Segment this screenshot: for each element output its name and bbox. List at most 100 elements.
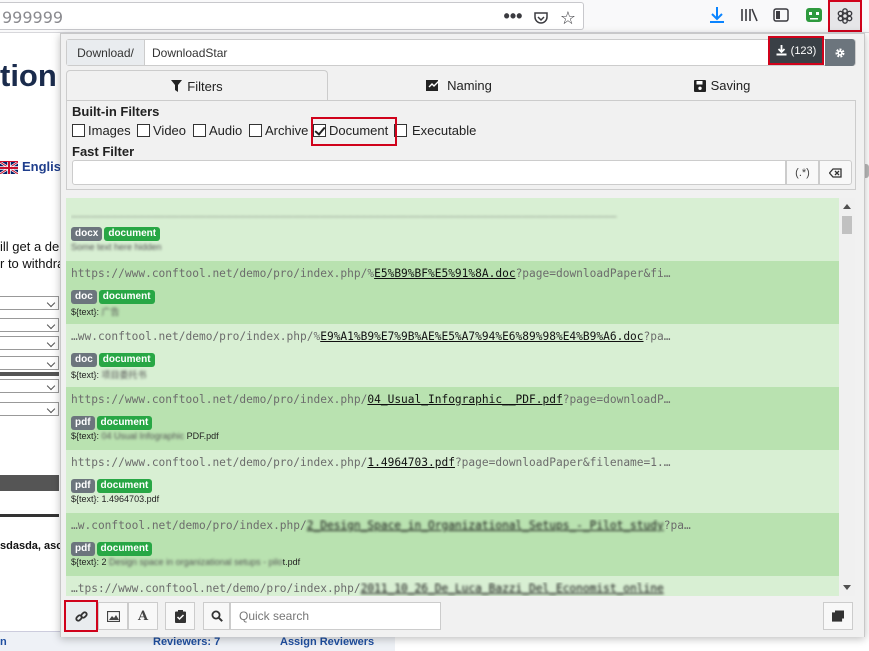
download-icon: [776, 45, 787, 56]
scroll-thumb[interactable]: [842, 216, 852, 234]
eraser-icon[interactable]: [819, 160, 852, 185]
download-list: ________________________________________…: [66, 198, 855, 596]
category-badge: document: [98, 353, 155, 367]
download-button[interactable]: (123): [768, 36, 824, 65]
tab-naming[interactable]: Naming: [328, 70, 590, 101]
list-item[interactable]: https://www.conftool.net/demo/pro/index.…: [66, 261, 839, 324]
file-type-badge: pdf: [71, 479, 95, 493]
address-bar[interactable]: 999999 ••• ☆: [0, 2, 584, 30]
video-checkbox[interactable]: [137, 124, 150, 137]
language-link[interactable]: Englis: [22, 159, 61, 174]
item-text-blurred: 04 Usual Infographic: [101, 431, 187, 441]
item-file-name[interactable]: 04_Usual_Infographic__PDF.pdf: [367, 393, 562, 406]
images-checkbox[interactable]: [72, 124, 85, 137]
item-url-prefix: …ww.conftool.net/demo/pro/index.php/%: [71, 330, 321, 343]
pocket-icon[interactable]: [530, 7, 552, 29]
library-icon[interactable]: [738, 4, 760, 26]
item-text-prefix: ${text}: 2: [71, 557, 110, 567]
item-text: ${text}: 04 Usual Infographic PDF.pdf: [71, 431, 834, 441]
item-url-suffix: ?page=downloadPaper&filename=1.…: [454, 456, 671, 469]
link-icon[interactable]: [64, 600, 98, 632]
link-fragment[interactable]: n: [0, 636, 7, 648]
list-item[interactable]: https://www.conftool.net/demo/pro/index.…: [66, 450, 839, 513]
clipboard-check-icon[interactable]: [165, 602, 195, 630]
download-path-bar: Download/ DownloadStar: [66, 39, 856, 66]
document-filter-highlight: [311, 117, 397, 146]
audio-checkbox[interactable]: [193, 124, 206, 137]
item-file-name[interactable]: E5%B9%BF%E5%91%8A.doc: [374, 267, 515, 280]
gear-icon: [835, 48, 845, 57]
filter-images[interactable]: Images: [72, 123, 131, 138]
downloadstar-popup: Download/ DownloadStar (123) Filters Nam…: [60, 33, 865, 637]
select-3[interactable]: [0, 336, 59, 350]
tab-naming-label: Naming: [447, 78, 492, 93]
filter-video-label: Video: [153, 123, 187, 138]
extension-gear-icon[interactable]: [828, 0, 862, 32]
list-item[interactable]: …w.conftool.net/demo/pro/index.php/2_Des…: [66, 513, 839, 576]
addon-green-icon[interactable]: [803, 4, 825, 26]
image-icon[interactable]: [98, 602, 128, 630]
item-text-prefix: ${text}:: [71, 307, 102, 317]
item-url-prefix: …w.conftool.net/demo/pro/index.php/: [71, 519, 307, 532]
item-file-name[interactable]: E9%A1%B9%E7%9B%AE%E5%A7%94%E6%89%98%E4%B…: [320, 330, 643, 343]
item-url: https://www.conftool.net/demo/pro/index.…: [71, 456, 834, 472]
item-text-prefix: ${text}:: [71, 494, 102, 504]
item-text: Some text here hidden: [71, 242, 834, 252]
bookmark-star-icon[interactable]: ☆: [557, 7, 579, 29]
item-file-name[interactable]: 1.4964703.pdf: [367, 456, 455, 469]
item-text: ${text}: 项目委托书: [71, 368, 834, 381]
scroll-down-arrow-icon[interactable]: [843, 585, 851, 590]
item-url: …tps://www.conftool.net/demo/pro/index.p…: [71, 582, 834, 596]
item-text: ${text}: 2 Design space in organizationa…: [71, 557, 834, 567]
item-text-blurred: 广告: [101, 307, 120, 317]
tab-bar: Filters Naming Saving: [66, 70, 856, 101]
download-arrow-icon[interactable]: [706, 4, 728, 26]
quick-search-input[interactable]: Quick search: [230, 602, 441, 630]
scroll-up-arrow-icon[interactable]: [843, 204, 851, 209]
select-5[interactable]: [0, 379, 59, 393]
filter-video[interactable]: Video: [137, 123, 186, 138]
category-badge: document: [98, 290, 155, 304]
copy-windows-icon[interactable]: [823, 602, 853, 630]
item-file-name-blurred[interactable]: 2_Design_Space_in_Organizational_Setups_…: [307, 519, 664, 532]
select-2[interactable]: [0, 318, 59, 332]
item-file-name-blurred[interactable]: 2011_10_26_De_Luca_Bazzi_Del_Economist_o…: [361, 582, 664, 595]
signature-icon: [426, 79, 441, 91]
select-4[interactable]: [0, 356, 59, 370]
browser-toolbar: 999999 ••• ☆: [0, 0, 869, 33]
item-text-suffix: 1.4964703.pdf: [101, 494, 160, 504]
item-text-blurred: 项目委托书: [101, 370, 147, 380]
fast-filter-input[interactable]: [72, 160, 786, 185]
user-name-fragment: sdasda, asc: [0, 540, 63, 552]
item-url-prefix: …tps://www.conftool.net/demo/pro/index.p…: [71, 582, 361, 595]
regex-toggle-button[interactable]: (.*): [786, 160, 819, 185]
filter-audio[interactable]: Audio: [193, 123, 242, 138]
list-item[interactable]: …ww.conftool.net/demo/pro/index.php/%E9%…: [66, 324, 839, 387]
sidebar-icon[interactable]: [770, 4, 792, 26]
filter-archive[interactable]: Archive: [249, 123, 308, 138]
tab-saving[interactable]: Saving: [590, 70, 854, 101]
list-item[interactable]: …tps://www.conftool.net/demo/pro/index.p…: [66, 576, 839, 596]
archive-checkbox[interactable]: [249, 124, 262, 137]
settings-button[interactable]: [825, 39, 855, 66]
text-font-icon[interactable]: A: [128, 602, 158, 630]
assign-reviewers-link[interactable]: Assign Reviewers: [280, 636, 374, 648]
item-url-suffix: ?page=downloadPaper&fi…: [515, 267, 671, 280]
item-url: https://www.conftool.net/demo/pro/index.…: [71, 267, 834, 283]
path-prefix: Download/: [67, 40, 145, 65]
list-item[interactable]: https://www.conftool.net/demo/pro/index.…: [66, 387, 839, 450]
filter-audio-label: Audio: [209, 123, 243, 138]
tab-filters[interactable]: Filters: [66, 70, 328, 101]
item-text: ${text}: 1.4964703.pdf: [71, 494, 834, 504]
filter-executable[interactable]: Executable: [394, 123, 476, 138]
more-dots-icon[interactable]: •••: [502, 5, 524, 27]
list-item[interactable]: ________________________________________…: [66, 198, 839, 261]
select-6[interactable]: [0, 402, 59, 416]
item-url-blurred: ________________________________________…: [71, 204, 617, 217]
select-1[interactable]: [0, 296, 59, 310]
list-scrollbar[interactable]: [839, 198, 855, 596]
file-type-badge: docx: [71, 227, 103, 241]
divider: [0, 372, 59, 376]
item-url-prefix: https://www.conftool.net/demo/pro/index.…: [71, 393, 368, 406]
path-input[interactable]: DownloadStar: [152, 46, 227, 60]
